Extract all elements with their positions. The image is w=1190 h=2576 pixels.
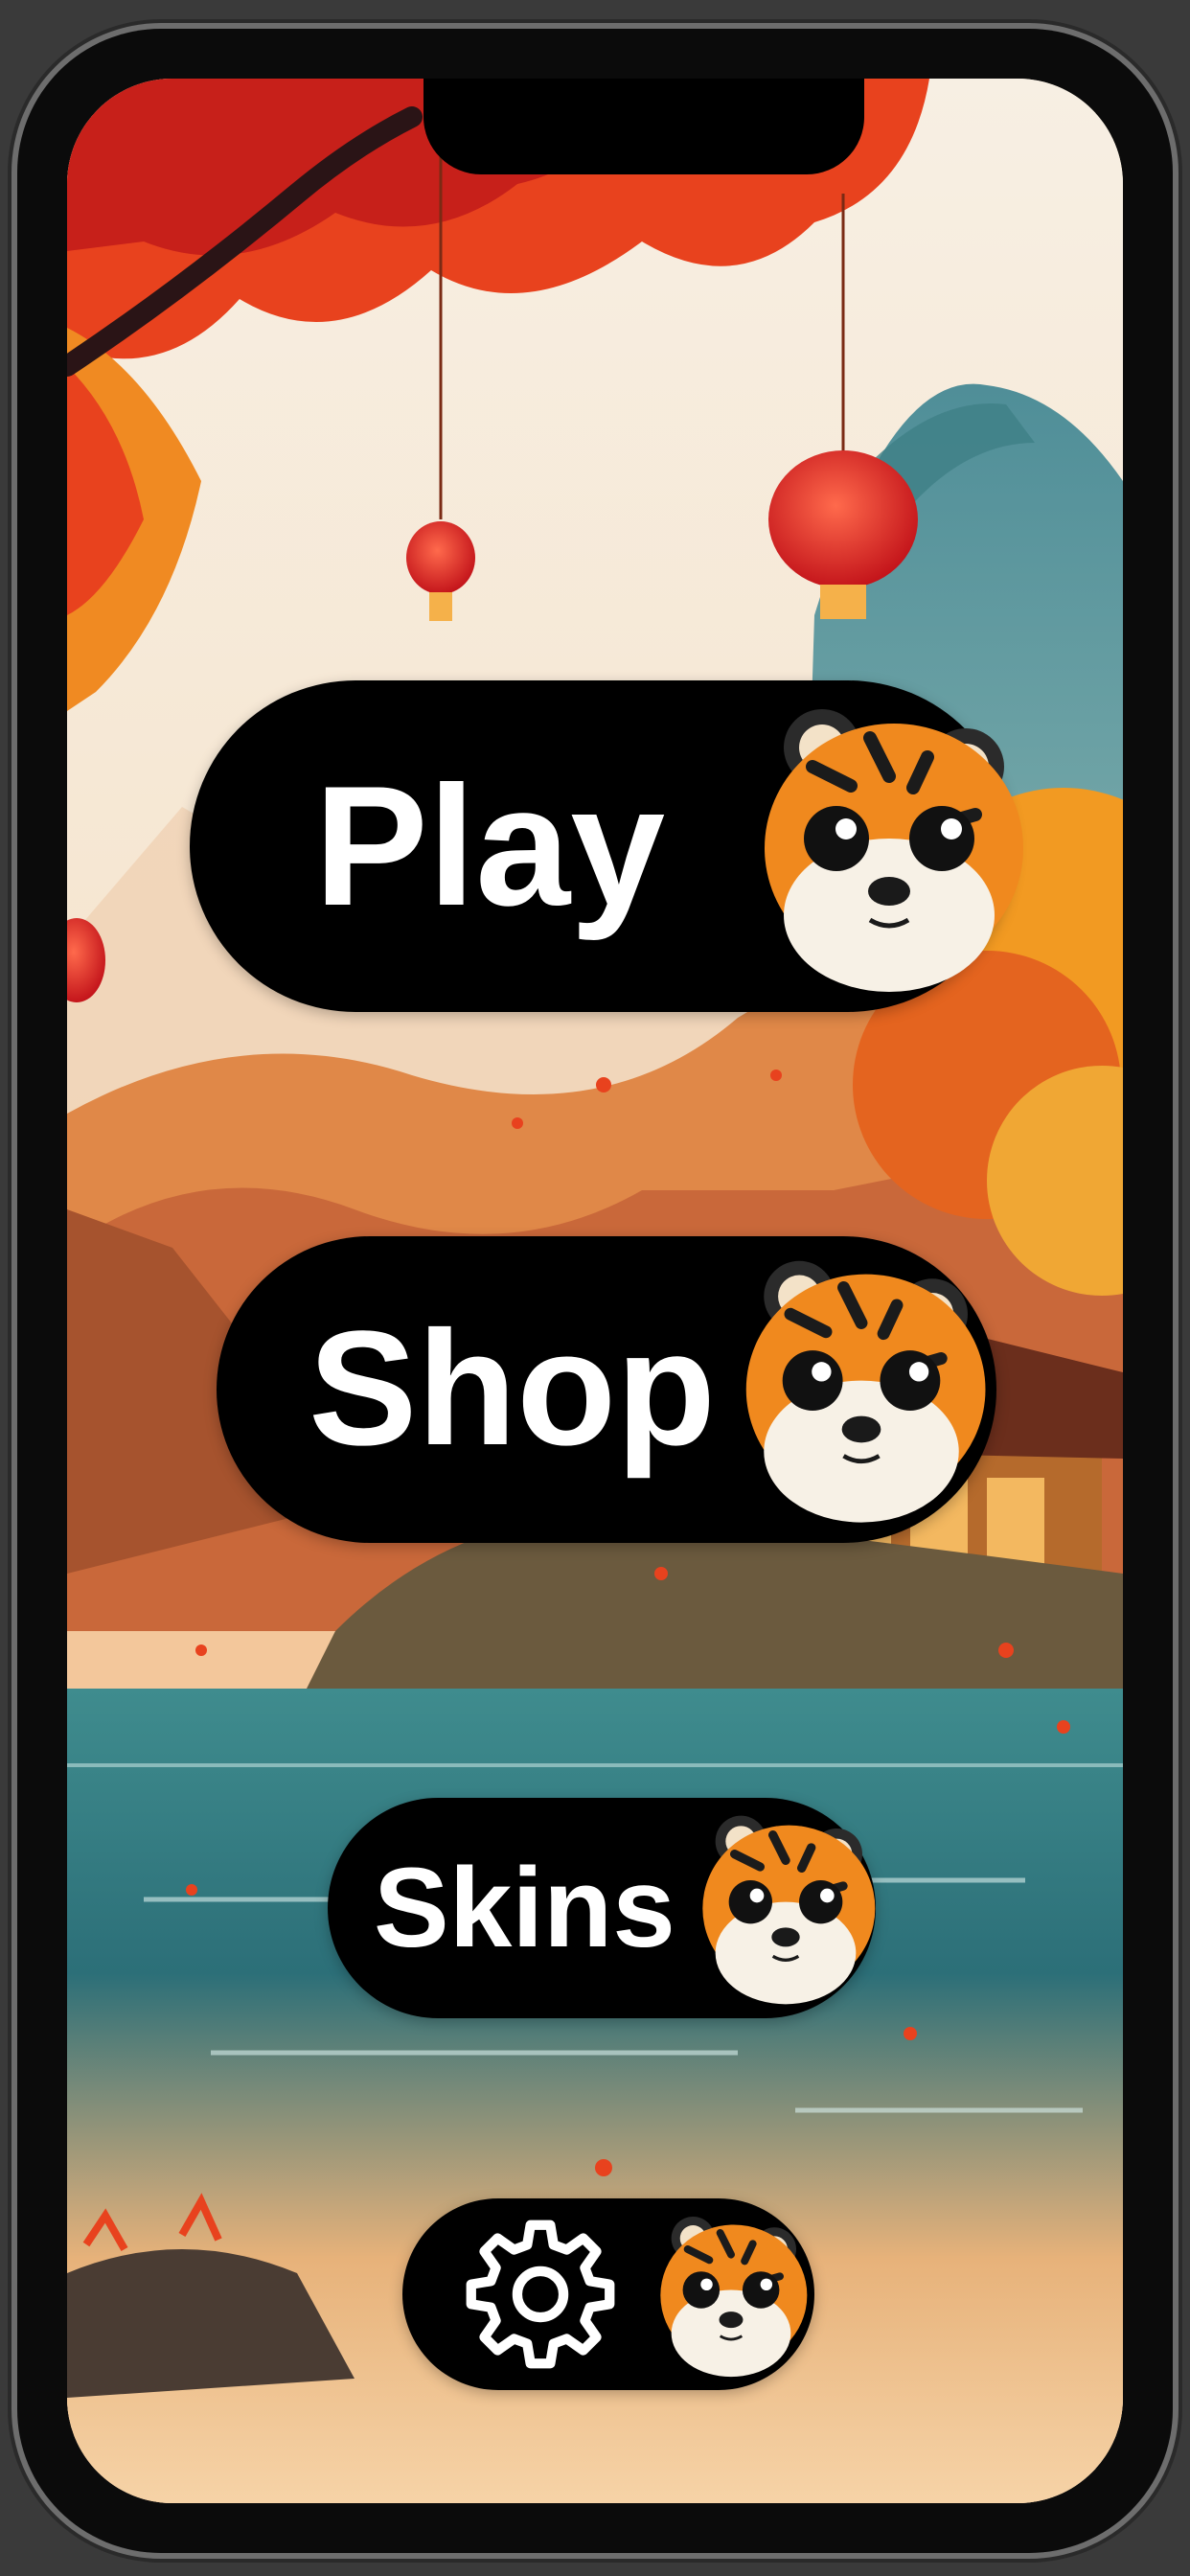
tiger-icon [765,709,1023,992]
skins-button[interactable]: Skins [328,1798,876,2018]
device-notch [423,79,864,174]
game-screen: Play Shop Skins [67,79,1123,2503]
tiger-icon [660,2216,808,2378]
gear-icon [466,2220,615,2369]
phone-frame: Play Shop Skins [17,29,1173,2553]
settings-button[interactable] [402,2198,814,2390]
tiger-icon [745,1260,986,1523]
shop-label: Shop [309,1298,716,1480]
skins-label: Skins [374,1845,675,1971]
play-label: Play [314,750,666,941]
tiger-icon [702,1815,876,2005]
shop-button[interactable]: Shop [217,1236,996,1543]
play-button[interactable]: Play [190,680,1023,1012]
